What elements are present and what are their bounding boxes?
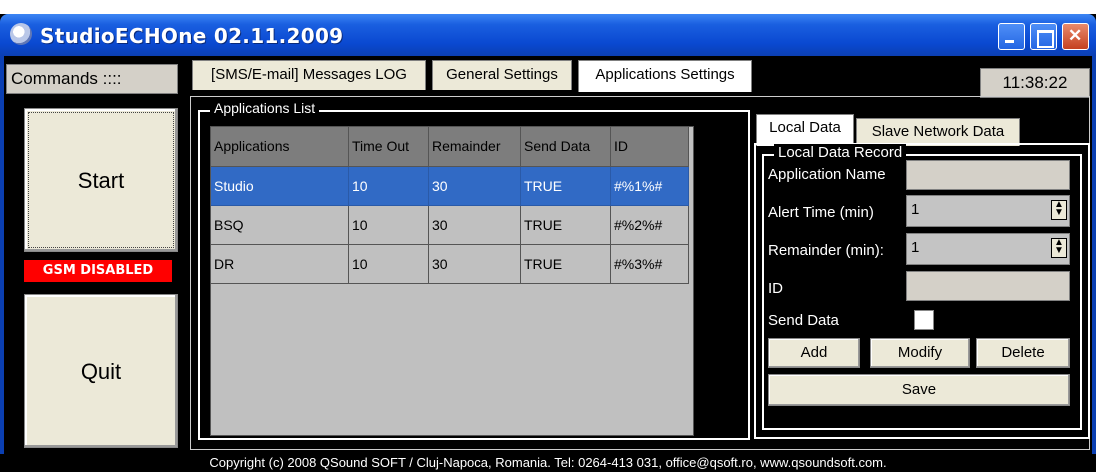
start-button[interactable]: Start [24, 108, 178, 252]
tab-messages-log[interactable]: [SMS/E-mail] Messages LOG [192, 60, 426, 90]
cell-remainder[interactable]: 30 [429, 167, 521, 206]
cell-id[interactable]: #%3%# [611, 245, 689, 284]
column-header-time-out[interactable]: Time Out [349, 127, 429, 167]
cell-id[interactable]: #%1%# [611, 167, 689, 206]
remainder-value[interactable]: 1 [911, 239, 919, 256]
title-bar[interactable]: StudioECHOne 02.11.2009 [0, 14, 1096, 56]
cell-send-data[interactable]: TRUE [521, 245, 611, 284]
cell-send-data[interactable]: TRUE [521, 206, 611, 245]
id-field[interactable] [906, 271, 1070, 301]
applications-grid[interactable]: Applications Time Out Remainder Send Dat… [210, 126, 694, 436]
tab-local-data[interactable]: Local Data [756, 114, 854, 146]
cell-remainder[interactable]: 30 [429, 245, 521, 284]
background-strip [0, 0, 1096, 14]
id-label: ID [768, 280, 783, 297]
table-row[interactable]: BSQ 10 30 TRUE #%2%# [211, 206, 689, 245]
commands-label: Commands :::: [6, 64, 178, 94]
clock-display: 11:38:22 [980, 68, 1090, 98]
quit-button[interactable]: Quit [24, 294, 178, 448]
cell-id[interactable]: #%2%# [611, 206, 689, 245]
column-header-remainder[interactable]: Remainder [429, 127, 521, 167]
delete-button[interactable]: Delete [976, 338, 1070, 368]
gsm-status-badge: GSM DISABLED [24, 260, 172, 282]
tab-slave-network-data[interactable]: Slave Network Data [856, 118, 1020, 146]
alert-time-value[interactable]: 1 [911, 201, 919, 218]
copyright-status-bar: Copyright (c) 2008 QSound SOFT / Cluj-Na… [0, 454, 1096, 472]
cell-remainder[interactable]: 30 [429, 206, 521, 245]
cell-time-out[interactable]: 10 [349, 245, 429, 284]
cell-time-out[interactable]: 10 [349, 167, 429, 206]
tab-applications-settings[interactable]: Applications Settings [578, 60, 752, 92]
minimize-button[interactable] [998, 23, 1025, 50]
column-header-send-data[interactable]: Send Data [521, 127, 611, 167]
tab-general-settings[interactable]: General Settings [432, 60, 572, 90]
close-button[interactable] [1062, 23, 1089, 50]
alert-time-label: Alert Time (min) [768, 204, 874, 221]
save-button[interactable]: Save [768, 374, 1070, 406]
spinner-arrows-icon[interactable]: ▲ ▼ [1051, 200, 1067, 220]
maximize-button[interactable] [1030, 23, 1057, 50]
app-window: StudioECHOne 02.11.2009 Commands :::: St… [0, 14, 1096, 472]
cell-time-out[interactable]: 10 [349, 206, 429, 245]
window-border-left [0, 56, 4, 454]
remainder-label: Remainder (min): [768, 242, 884, 259]
send-data-label: Send Data [768, 312, 839, 329]
application-name-label: Application Name [768, 166, 886, 183]
column-header-applications[interactable]: Applications [211, 127, 349, 167]
applications-list-title: Applications List [210, 100, 320, 116]
table-row[interactable]: Studio 10 30 TRUE #%1%# [211, 167, 689, 206]
app-icon[interactable] [10, 23, 32, 45]
alert-time-spinner[interactable]: 1 ▲ ▼ [906, 195, 1070, 227]
send-data-checkbox[interactable] [914, 310, 934, 330]
remainder-spinner[interactable]: 1 ▲ ▼ [906, 233, 1070, 265]
window-title: StudioECHOne 02.11.2009 [40, 24, 344, 48]
add-button[interactable]: Add [768, 338, 860, 368]
column-header-id[interactable]: ID [611, 127, 689, 167]
table-row[interactable]: DR 10 30 TRUE #%3%# [211, 245, 689, 284]
cell-application[interactable]: Studio [211, 167, 349, 206]
spinner-arrows-icon[interactable]: ▲ ▼ [1051, 238, 1067, 258]
modify-button[interactable]: Modify [870, 338, 970, 368]
grid-header: Applications Time Out Remainder Send Dat… [211, 127, 689, 167]
cell-send-data[interactable]: TRUE [521, 167, 611, 206]
application-name-field[interactable] [906, 160, 1070, 190]
cell-application[interactable]: BSQ [211, 206, 349, 245]
local-data-record-title: Local Data Record [774, 144, 907, 161]
cell-application[interactable]: DR [211, 245, 349, 284]
window-border-right [1092, 56, 1096, 454]
